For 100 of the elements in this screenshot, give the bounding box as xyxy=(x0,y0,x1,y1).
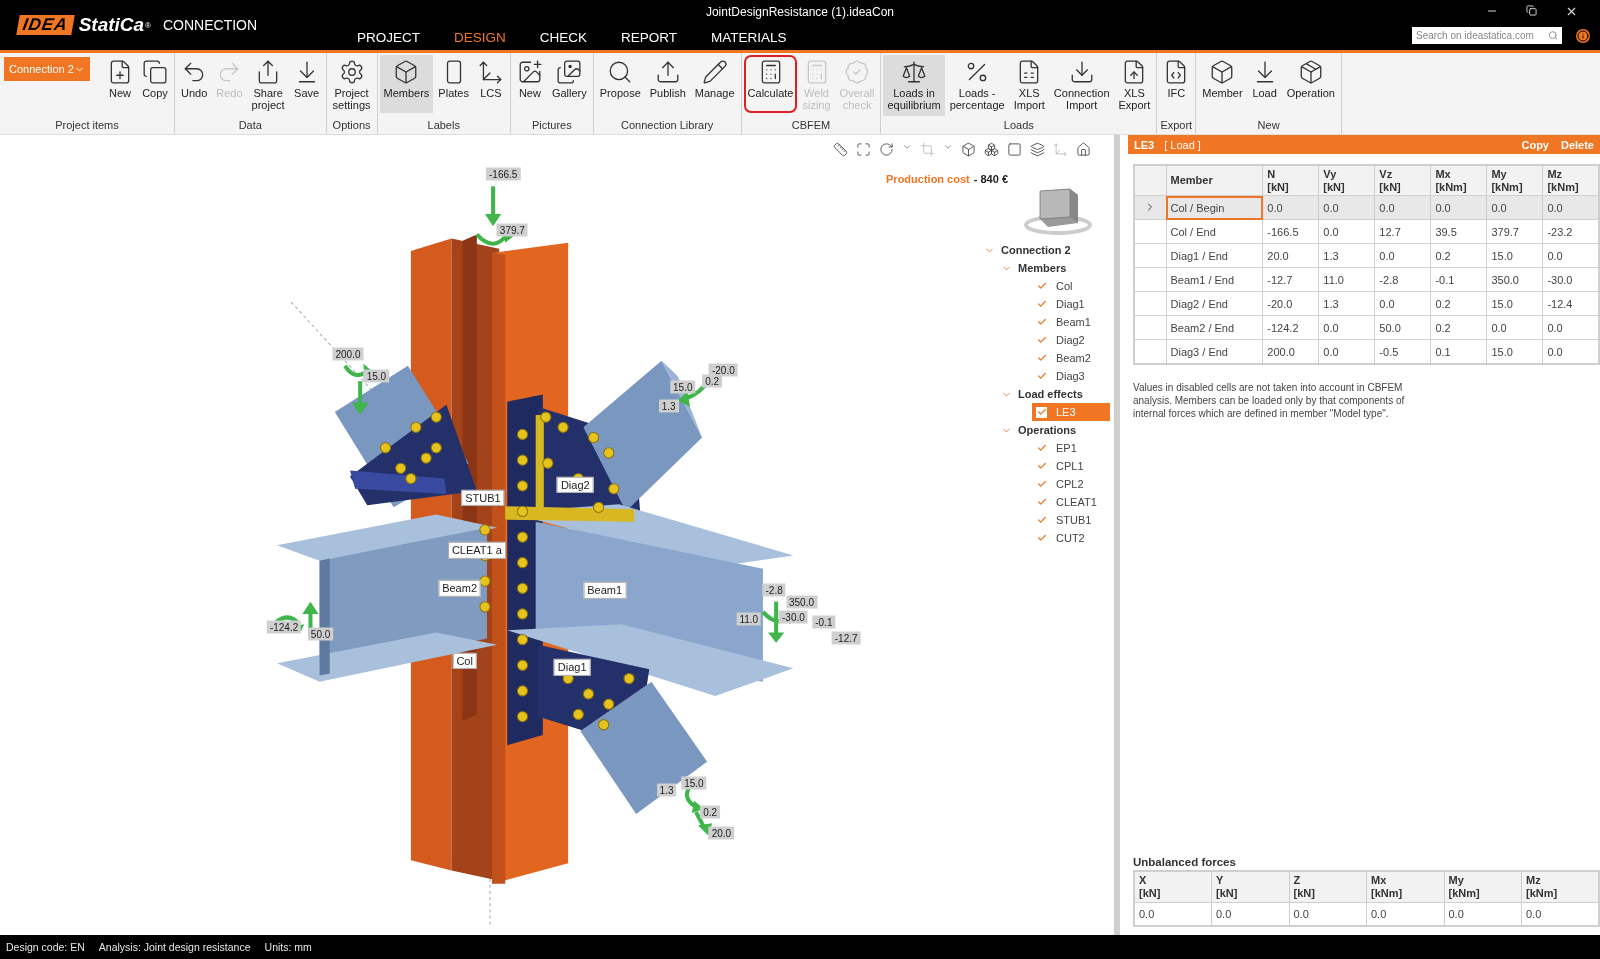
tree-item[interactable]: CPL1 xyxy=(1032,457,1110,475)
tree-group-label[interactable]: Members xyxy=(1018,262,1067,274)
table-cell[interactable]: 0.0 xyxy=(1318,219,1375,244)
ribbon-button[interactable]: Load xyxy=(1247,55,1282,113)
tree-group-label[interactable]: Operations xyxy=(1018,424,1077,436)
ribbon-button[interactable]: LCS xyxy=(473,55,508,113)
tree-item[interactable]: CPL2 xyxy=(1032,475,1110,493)
table-cell[interactable]: 0.0 xyxy=(1486,315,1543,340)
square-icon[interactable] xyxy=(1006,141,1023,158)
ribbon-button[interactable]: Loads in equilibrium xyxy=(883,55,945,116)
fit-view-icon[interactable] xyxy=(855,141,872,158)
tree-item[interactable]: Diag2 xyxy=(1032,331,1110,349)
table-cell[interactable]: 15.0 xyxy=(1486,291,1543,316)
info-button[interactable] xyxy=(1576,28,1590,43)
table-cell[interactable]: 15.0 xyxy=(1486,243,1543,268)
ribbon-button[interactable]: Plates xyxy=(434,55,473,113)
tree-item[interactable]: EP1 xyxy=(1032,439,1110,457)
table-cell[interactable]: 0.0 xyxy=(1486,195,1543,220)
table-cell[interactable]: 50.0 xyxy=(1374,315,1431,340)
table-cell[interactable]: 39.5 xyxy=(1430,219,1487,244)
table-cell[interactable]: -20.0 xyxy=(1262,291,1319,316)
cube-icon[interactable] xyxy=(960,141,977,158)
ribbon-button[interactable]: Manage xyxy=(690,55,739,113)
search-field[interactable]: Search on ideastatica.com xyxy=(1412,27,1562,44)
ribbon-button[interactable]: XLS Export xyxy=(1114,55,1155,116)
rotate-icon[interactable] xyxy=(878,141,895,158)
layers-icon[interactable] xyxy=(1029,141,1046,158)
ribbon-button[interactable]: Connection Import xyxy=(1049,55,1114,116)
table-cell[interactable]: Beam1 / End xyxy=(1166,267,1263,292)
ribbon-button[interactable]: Gallery xyxy=(547,55,591,113)
tree-group-label[interactable]: Load effects xyxy=(1018,388,1083,400)
table-cell[interactable]: 0.2 xyxy=(1430,291,1487,316)
tree-item[interactable]: Diag3 xyxy=(1032,367,1110,385)
table-cell[interactable]: 0.0 xyxy=(1374,291,1431,316)
cubes-icon[interactable] xyxy=(983,141,1000,158)
table-cell[interactable]: 0.0 xyxy=(1262,195,1319,220)
checkbox[interactable] xyxy=(1036,442,1047,454)
ribbon-button[interactable]: XLS Import xyxy=(1009,55,1049,116)
table-cell[interactable]: Diag1 / End xyxy=(1166,243,1263,268)
table-cell[interactable]: 1.3 xyxy=(1318,243,1375,268)
checkbox[interactable] xyxy=(1036,298,1047,310)
ribbon-button[interactable]: Loads - percentage xyxy=(945,55,1009,116)
table-cell[interactable]: Diag2 / End xyxy=(1166,291,1263,316)
table-cell[interactable]: -2.8 xyxy=(1374,267,1431,292)
ribbon-button[interactable]: Save xyxy=(289,55,324,113)
ribbon-button[interactable]: Operation xyxy=(1282,55,1339,113)
checkbox[interactable] xyxy=(1036,496,1047,508)
menu-tab[interactable]: REPORT xyxy=(604,27,695,53)
table-cell[interactable]: Col / Begin xyxy=(1166,195,1263,220)
restore-button[interactable] xyxy=(1526,5,1537,18)
checkbox[interactable] xyxy=(1036,280,1047,292)
ruler-icon[interactable] xyxy=(832,141,849,158)
tree-item[interactable]: CUT2 xyxy=(1032,529,1110,547)
axes-icon[interactable] xyxy=(1052,141,1069,158)
tree-item[interactable]: Beam2 xyxy=(1032,349,1110,367)
ribbon-button[interactable]: New xyxy=(103,55,137,113)
table-cell[interactable]: 0.0 xyxy=(1318,195,1375,220)
table-cell[interactable]: 350.0 xyxy=(1486,267,1543,292)
menu-tab[interactable]: MATERIALS xyxy=(694,27,804,53)
checkbox[interactable] xyxy=(1036,460,1047,472)
ribbon-button[interactable]: Propose xyxy=(595,55,645,113)
checkbox[interactable] xyxy=(1036,316,1047,328)
tree-item[interactable]: STUB1 xyxy=(1032,511,1110,529)
checkbox[interactable] xyxy=(1036,352,1047,364)
tree-item[interactable]: Diag1 xyxy=(1032,295,1110,313)
table-cell[interactable]: 379.7 xyxy=(1486,219,1543,244)
ribbon-button[interactable]: New xyxy=(512,55,547,113)
home-icon[interactable] xyxy=(1075,141,1092,158)
table-cell[interactable]: -166.5 xyxy=(1262,219,1319,244)
table-cell[interactable]: 0.2 xyxy=(1430,315,1487,340)
ribbon-button[interactable]: Project settings xyxy=(328,55,375,116)
ribbon-button[interactable]: Member xyxy=(1198,55,1247,113)
tree-item[interactable]: Beam1 xyxy=(1032,313,1110,331)
table-cell[interactable]: 0.0 xyxy=(1430,195,1487,220)
ribbon-button[interactable]: Copy xyxy=(138,55,172,113)
table-cell[interactable]: 0.2 xyxy=(1430,243,1487,268)
checkbox[interactable] xyxy=(1036,532,1047,544)
ribbon-button[interactable]: IFC xyxy=(1159,55,1194,113)
table-cell[interactable]: 1.3 xyxy=(1318,291,1375,316)
view-cube-icon[interactable] xyxy=(1022,185,1094,237)
menu-tab[interactable]: CHECK xyxy=(522,27,605,53)
table-cell[interactable]: -124.2 xyxy=(1262,315,1319,340)
ribbon-button[interactable]: Members xyxy=(379,55,434,113)
tree-item[interactable]: CLEAT1 xyxy=(1032,493,1110,511)
close-button[interactable] xyxy=(1565,5,1578,18)
table-cell[interactable]: 0.0 xyxy=(1374,243,1431,268)
checkbox[interactable] xyxy=(1036,370,1047,382)
ribbon-button[interactable]: Publish xyxy=(645,55,690,113)
table-cell[interactable]: -0.1 xyxy=(1430,267,1487,292)
crop-icon[interactable] xyxy=(919,141,936,158)
ribbon-button[interactable]: Share project xyxy=(247,55,289,116)
checkbox[interactable] xyxy=(1036,406,1047,418)
checkbox[interactable] xyxy=(1036,514,1047,526)
table-cell[interactable]: Col / End xyxy=(1166,219,1263,244)
menu-tab[interactable]: PROJECT xyxy=(340,27,437,53)
checkbox[interactable] xyxy=(1036,334,1047,346)
table-cell[interactable]: -12.7 xyxy=(1262,267,1319,292)
table-cell[interactable]: 0.0 xyxy=(1318,315,1375,340)
tree-item[interactable]: Col xyxy=(1032,277,1110,295)
table-cell[interactable]: 20.0 xyxy=(1262,243,1319,268)
